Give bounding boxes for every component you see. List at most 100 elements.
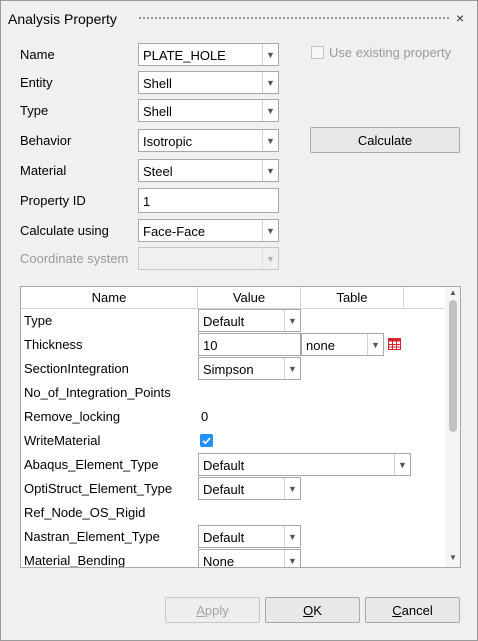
chevron-down-icon[interactable]: ▼	[284, 550, 300, 567]
title-bar[interactable]: Analysis Property ×	[1, 1, 477, 35]
chevron-down-icon: ▼	[262, 248, 278, 269]
row-value-combo[interactable]: Simpson ▼	[198, 357, 301, 380]
ok-label: K	[313, 602, 322, 618]
row-name: SectionIntegration	[24, 361, 129, 376]
material-combo[interactable]: Steel ▼	[138, 159, 279, 182]
analysis-property-dialog: Analysis Property × Name PLATE_HOLE ▼ Us…	[0, 0, 478, 641]
chevron-down-icon[interactable]: ▼	[284, 478, 300, 499]
scroll-up-icon[interactable]: ▲	[449, 288, 457, 297]
row-value: Default	[203, 482, 245, 497]
column-header-value[interactable]: Value	[198, 287, 301, 308]
type-combo[interactable]: Shell ▼	[138, 99, 279, 122]
thickness-field[interactable]: 10	[198, 333, 301, 356]
row-value: None	[203, 554, 235, 567]
chevron-down-icon[interactable]: ▼	[262, 44, 278, 65]
table-row[interactable]: Material_Bending None ▼	[21, 549, 445, 567]
entity-value: Shell	[143, 76, 172, 91]
chevron-down-icon[interactable]: ▼	[284, 358, 300, 379]
row-value-combo[interactable]: Default ▼	[198, 453, 411, 476]
table-row[interactable]: Thickness 10 none ▼	[21, 333, 445, 357]
property-id-value: 1	[143, 194, 151, 209]
thickness-table-combo[interactable]: none ▼	[301, 333, 384, 356]
chevron-down-icon[interactable]: ▼	[262, 72, 278, 93]
row-value-combo[interactable]: Default ▼	[198, 477, 301, 500]
write-material-checkbox[interactable]	[200, 434, 213, 447]
row-name: Abaqus_Element_Type	[24, 457, 159, 472]
cancel-button[interactable]: Cancel	[365, 597, 460, 623]
row-value-combo[interactable]: None ▼	[198, 549, 301, 567]
chevron-down-icon[interactable]: ▼	[262, 100, 278, 121]
chevron-down-icon[interactable]: ▼	[262, 220, 278, 241]
vertical-scrollbar[interactable]: ▲ ▼	[445, 287, 460, 567]
use-existing-label: Use existing property	[329, 45, 452, 60]
behavior-value: Isotropic	[143, 134, 193, 149]
row-value[interactable]: 0	[201, 409, 208, 424]
close-icon[interactable]: ×	[456, 10, 464, 26]
chevron-down-icon[interactable]: ▼	[284, 310, 300, 331]
entity-combo[interactable]: Shell ▼	[138, 71, 279, 94]
coordinate-system-label: Coordinate system	[20, 251, 129, 266]
chevron-down-icon[interactable]: ▼	[262, 160, 278, 181]
type-value: Shell	[143, 104, 172, 119]
apply-button[interactable]: Apply	[165, 597, 260, 623]
table-row[interactable]: OptiStruct_Element_Type Default ▼	[21, 477, 445, 501]
row-value-combo[interactable]: Default ▼	[198, 525, 301, 548]
use-existing-checkbox[interactable]	[311, 46, 324, 59]
table-icon[interactable]	[388, 338, 401, 350]
drag-grip[interactable]	[138, 16, 450, 21]
table-row[interactable]: Type Default ▼	[21, 309, 445, 333]
row-name: Nastran_Element_Type	[24, 529, 160, 544]
behavior-label: Behavior	[20, 133, 72, 148]
table-row[interactable]: Remove_locking 0	[21, 405, 445, 429]
row-value: Default	[203, 458, 245, 473]
row-name: Ref_Node_OS_Rigid	[24, 505, 146, 520]
check-icon	[202, 437, 211, 445]
material-value: Steel	[143, 164, 173, 179]
row-name: OptiStruct_Element_Type	[24, 481, 173, 496]
apply-mnemonic: A	[196, 602, 205, 618]
name-combo[interactable]: PLATE_HOLE ▼	[138, 43, 279, 66]
table-row[interactable]: No_of_Integration_Points	[21, 381, 445, 405]
table-row[interactable]: Nastran_Element_Type Default ▼	[21, 525, 445, 549]
row-name: WriteMaterial	[24, 433, 101, 448]
calculate-using-value: Face-Face	[143, 224, 206, 239]
chevron-down-icon[interactable]: ▼	[394, 454, 410, 475]
row-value-combo[interactable]: Default ▼	[198, 309, 301, 332]
table-row[interactable]: SectionIntegration Simpson ▼	[21, 357, 445, 381]
chevron-down-icon[interactable]: ▼	[284, 526, 300, 547]
property-id-field[interactable]: 1	[138, 188, 279, 213]
behavior-combo[interactable]: Isotropic ▼	[138, 129, 279, 152]
ok-button[interactable]: OK	[265, 597, 360, 623]
table-row[interactable]: WriteMaterial	[21, 429, 445, 453]
row-name: Material_Bending	[24, 553, 126, 567]
column-header-table[interactable]: Table	[301, 287, 404, 308]
ok-mnemonic: O	[303, 602, 314, 618]
calculate-using-label: Calculate using	[20, 223, 109, 238]
row-value: Simpson	[203, 362, 254, 377]
apply-label: pply	[204, 602, 229, 618]
row-name: Type	[24, 313, 53, 328]
scroll-down-icon[interactable]: ▼	[449, 553, 457, 562]
calculate-button[interactable]: Calculate	[310, 127, 460, 153]
table-row[interactable]: Ref_Node_OS_Rigid	[21, 501, 445, 525]
calculate-using-combo[interactable]: Face-Face ▼	[138, 219, 279, 242]
row-value: 10	[203, 338, 218, 353]
chevron-down-icon[interactable]: ▼	[367, 334, 383, 355]
entity-label: Entity	[20, 75, 53, 90]
grid-rows: Type Default ▼ Thickness 10 none ▼ Secti…	[21, 309, 445, 567]
property-grid: Name Value Table Type Default ▼ Thicknes…	[20, 286, 461, 568]
table-row[interactable]: Abaqus_Element_Type Default ▼	[21, 453, 445, 477]
column-header-name[interactable]: Name	[21, 287, 198, 308]
chevron-down-icon[interactable]: ▼	[262, 130, 278, 151]
scroll-thumb[interactable]	[449, 300, 457, 432]
row-name: Thickness	[24, 337, 83, 352]
type-label: Type	[20, 103, 49, 118]
dialog-title: Analysis Property	[8, 11, 117, 27]
name-label: Name	[20, 47, 55, 62]
row-table-value: none	[306, 338, 335, 353]
coordinate-system-combo: ▼	[138, 247, 279, 270]
cancel-mnemonic: C	[392, 602, 402, 618]
material-label: Material	[20, 163, 67, 178]
row-name: Remove_locking	[24, 409, 121, 424]
name-value: PLATE_HOLE	[143, 48, 226, 63]
